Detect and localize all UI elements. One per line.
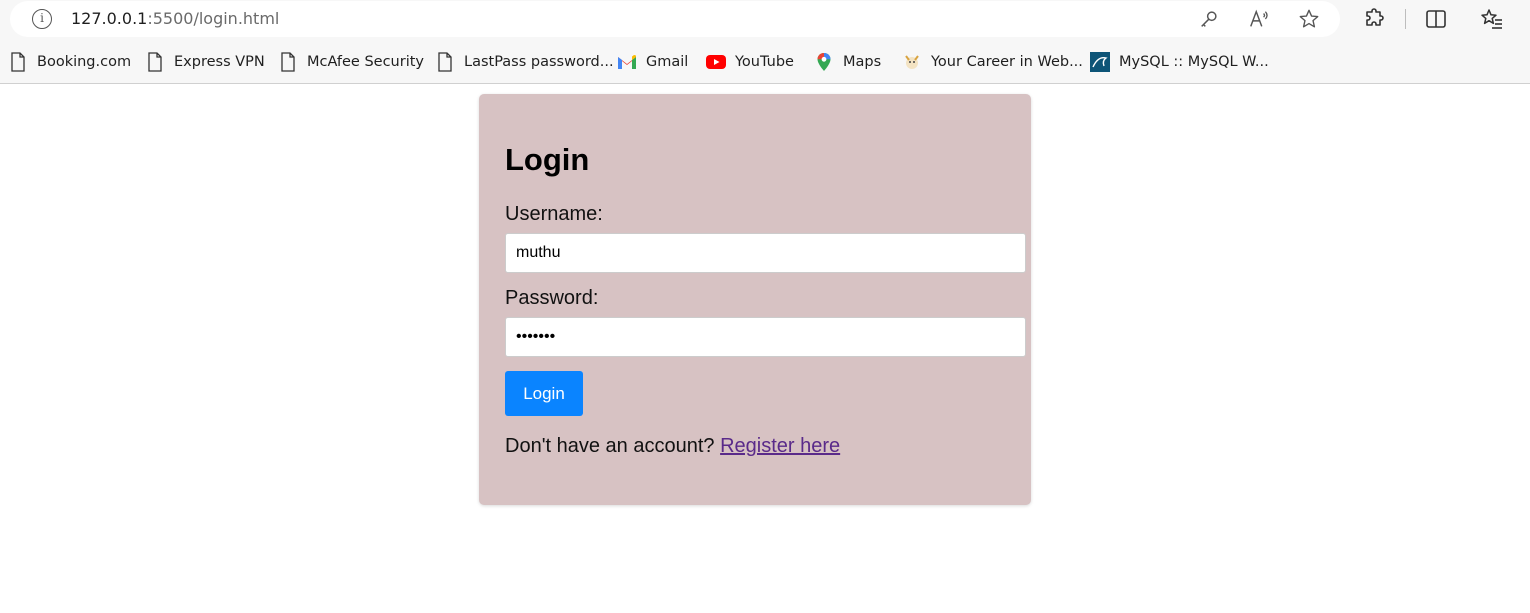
username-input[interactable] bbox=[505, 233, 1026, 273]
bookmark-label: McAfee Security bbox=[307, 54, 424, 70]
key-icon[interactable] bbox=[1198, 8, 1220, 30]
page-icon bbox=[145, 52, 165, 72]
bookmark-youtube[interactable]: YouTube bbox=[706, 50, 794, 74]
toolbar-separator bbox=[1405, 9, 1406, 29]
bookmark-label: Booking.com bbox=[37, 54, 132, 70]
bookmark-mysql[interactable]: MySQL :: MySQL W... bbox=[1090, 50, 1269, 74]
info-icon[interactable]: i bbox=[32, 9, 52, 29]
bookmark-lastpass[interactable]: LastPass password... bbox=[435, 50, 614, 74]
username-label: Username: bbox=[505, 203, 603, 225]
register-prompt-text: Don't have an account? bbox=[505, 435, 715, 457]
page-icon bbox=[278, 52, 298, 72]
password-label: Password: bbox=[505, 287, 599, 309]
url-path: :5500/login.html bbox=[147, 9, 280, 28]
star-icon[interactable] bbox=[1298, 8, 1320, 30]
read-aloud-icon[interactable] bbox=[1248, 8, 1270, 30]
register-link[interactable]: Register here bbox=[720, 435, 840, 457]
bookmark-label: LastPass password... bbox=[464, 54, 614, 70]
browser-chrome: i 127.0.0.1:5500/login.html Booking.com bbox=[0, 0, 1530, 84]
address-bar[interactable]: i 127.0.0.1:5500/login.html bbox=[10, 1, 1340, 37]
page-icon bbox=[435, 52, 455, 72]
login-card: Login Username: Password: Login Don't ha… bbox=[479, 94, 1031, 505]
bookmark-gmail[interactable]: Gmail bbox=[617, 50, 688, 74]
maps-icon bbox=[814, 52, 834, 72]
bookmark-career[interactable]: Your Career in Web... bbox=[902, 50, 1083, 74]
bookmark-express-vpn[interactable]: Express VPN bbox=[145, 50, 265, 74]
bookmark-label: YouTube bbox=[735, 54, 794, 70]
mysql-icon bbox=[1090, 52, 1110, 72]
page-title: Login bbox=[505, 142, 590, 177]
bookmark-label: Your Career in Web... bbox=[931, 54, 1083, 70]
bookmark-label: Gmail bbox=[646, 54, 689, 70]
split-screen-icon[interactable] bbox=[1424, 7, 1448, 31]
bookmark-label: Express VPN bbox=[174, 54, 265, 70]
bookmark-booking[interactable]: Booking.com bbox=[8, 50, 131, 74]
youtube-icon bbox=[706, 52, 726, 72]
bookmark-label: MySQL :: MySQL W... bbox=[1119, 54, 1269, 70]
bookmark-maps[interactable]: Maps bbox=[814, 50, 881, 74]
url-host: 127.0.0.1 bbox=[71, 9, 148, 28]
bookmark-mcafee[interactable]: McAfee Security bbox=[278, 50, 424, 74]
password-input[interactable] bbox=[505, 317, 1026, 357]
page-icon bbox=[8, 52, 28, 72]
login-button[interactable]: Login bbox=[505, 371, 583, 416]
gmail-icon bbox=[617, 52, 637, 72]
favorites-icon[interactable] bbox=[1480, 7, 1504, 31]
url-text[interactable]: 127.0.0.1:5500/login.html bbox=[71, 9, 279, 28]
extensions-icon[interactable] bbox=[1363, 7, 1387, 31]
bookmarks-bar: Booking.com Express VPN McAfee Security … bbox=[0, 46, 1530, 76]
bookmark-label: Maps bbox=[843, 54, 882, 70]
career-icon bbox=[902, 52, 922, 72]
register-prompt: Don't have an account? Register here bbox=[505, 435, 840, 458]
